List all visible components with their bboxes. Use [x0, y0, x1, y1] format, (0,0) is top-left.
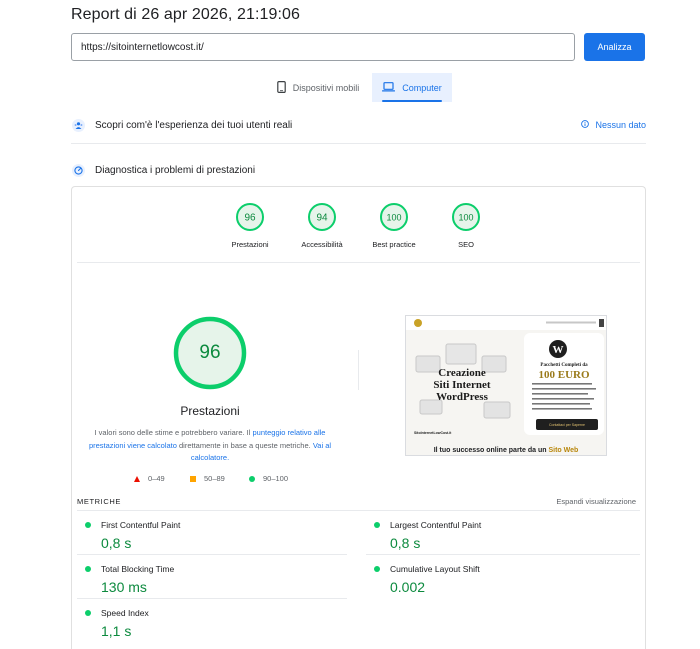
- laptop-icon: [382, 81, 396, 94]
- caption-text: Il tuo successo online parte da un: [433, 447, 549, 454]
- metric-value: 130 ms: [101, 579, 147, 595]
- screenshot-caption: Il tuo successo online parte da un Sito …: [405, 447, 607, 454]
- page-screenshot[interactable]: Creazione Siti Internet WordPress SitoIn…: [405, 315, 607, 456]
- legend-fail: 0–49: [134, 474, 165, 483]
- metric-name: Total Blocking Time: [101, 564, 175, 574]
- screenshot-headline-1: Creazione: [438, 367, 486, 379]
- section-divider: [71, 143, 646, 144]
- metrics-row-divider: [77, 598, 347, 599]
- metrics-row-divider: [77, 554, 347, 555]
- vertical-separator: [358, 350, 359, 390]
- category-score: 100: [386, 213, 401, 223]
- screenshot-image: Creazione Siti Internet WordPress SitoIn…: [406, 316, 606, 455]
- category-gauge-best-practices[interactable]: 100 Best practice: [359, 202, 429, 249]
- metric-value: 1,1 s: [101, 623, 132, 639]
- metrics-header: METRICHE Espandi visualizzazione: [77, 497, 636, 506]
- gauge-ring: 100: [452, 203, 480, 231]
- gauge-ring: 96: [236, 203, 264, 231]
- pass-circle-icon: [85, 522, 91, 528]
- legend-average-label: 50–89: [204, 474, 225, 483]
- screenshot-headline-2: Siti Internet: [433, 379, 490, 391]
- category-label: Best practice: [372, 240, 416, 249]
- legend-pass: 90–100: [249, 474, 288, 483]
- analyze-button[interactable]: Analizza: [584, 33, 645, 61]
- tab-desktop-label: Computer: [402, 82, 442, 93]
- category-gauge-performance[interactable]: 96 Prestazioni: [215, 202, 285, 249]
- gauge-ring: 94: [308, 203, 336, 231]
- tab-desktop[interactable]: Computer: [372, 73, 452, 102]
- disclaimer-text-mid: direttamente in base a queste metriche.: [176, 440, 313, 450]
- metrics-title: METRICHE: [77, 497, 121, 506]
- gauge-ring: 100: [380, 203, 408, 231]
- fail-triangle-icon: [134, 475, 140, 482]
- metrics-divider: [77, 510, 640, 511]
- metric-value: 0,8 s: [390, 535, 421, 551]
- metric-largest-contentful-paint: Largest Contentful Paint 0,8 s: [366, 520, 626, 551]
- no-data-label: Nessun dato: [595, 120, 646, 130]
- performance-score: 96: [199, 342, 221, 363]
- caption-highlight: Sito Web: [548, 447, 579, 454]
- legend-pass-label: 90–100: [263, 474, 289, 483]
- field-data-section[interactable]: Scopri com'è l'esperienza dei tuoi utent…: [71, 110, 646, 140]
- average-square-icon: [190, 475, 196, 482]
- metric-cumulative-layout-shift: Cumulative Layout Shift 0.002: [366, 564, 626, 595]
- pass-circle-icon: [374, 522, 380, 528]
- screenshot-offer-2: 100 EURO: [538, 369, 589, 381]
- screenshot-offer-1: Pacchetti Completi da: [540, 363, 588, 368]
- screenshot-brand: SitoInternetLowCost.it: [414, 431, 452, 435]
- metric-speed-index: Speed Index 1,1 s: [77, 608, 337, 639]
- pass-circle-icon: [85, 610, 91, 616]
- card-divider: [77, 262, 640, 263]
- info-icon: [581, 120, 590, 130]
- metric-first-contentful-paint: First Contentful Paint 0,8 s: [77, 520, 337, 551]
- report-title: Report di 26 apr 2026, 21:19:06: [71, 6, 301, 23]
- metric-value: 0.002: [390, 579, 426, 595]
- category-score: 94: [316, 213, 328, 224]
- metric-name: Largest Contentful Paint: [390, 520, 482, 530]
- pass-circle-icon: [374, 566, 380, 572]
- metric-name: Speed Index: [101, 608, 149, 618]
- smartphone-icon: [276, 80, 286, 95]
- disclaimer-text: I valori sono delle stime e potrebbero v…: [94, 428, 253, 437]
- users-icon: [71, 118, 85, 132]
- expand-view-toggle[interactable]: Espandi visualizzazione: [556, 497, 636, 506]
- category-score: 96: [244, 213, 256, 224]
- url-input[interactable]: [71, 33, 575, 61]
- category-score: 100: [458, 213, 473, 223]
- metrics-row-divider: [366, 554, 640, 555]
- category-label: SEO: [458, 240, 474, 249]
- diagnostics-title: Diagnostica i problemi di prestazioni: [95, 164, 256, 176]
- screenshot-cta: Contattaci per Saperne: [549, 423, 585, 427]
- performance-label: Prestazioni: [180, 404, 240, 418]
- metric-value: 0,8 s: [101, 535, 132, 551]
- performance-disclaimer: I valori sono delle stime e potrebbero v…: [88, 427, 332, 465]
- diagnostics-section[interactable]: Diagnostica i problemi di prestazioni: [71, 155, 646, 185]
- field-data-title: Scopri com'è l'esperienza dei tuoi utent…: [95, 119, 293, 131]
- active-tab-indicator: [382, 100, 442, 102]
- no-data-link[interactable]: Nessun dato: [581, 120, 646, 130]
- metric-name: First Contentful Paint: [101, 520, 181, 530]
- pass-circle-icon: [85, 566, 91, 572]
- category-label: Accessibilità: [301, 240, 343, 249]
- metric-name: Cumulative Layout Shift: [390, 564, 480, 574]
- category-label: Prestazioni: [231, 240, 269, 249]
- screenshot-headline-3: WordPress: [436, 391, 488, 403]
- wordpress-logo-icon: W: [553, 344, 564, 356]
- legend-average: 50–89: [190, 474, 225, 483]
- category-gauge-seo[interactable]: 100 SEO: [431, 202, 501, 249]
- tab-mobile[interactable]: Dispositivi mobili: [268, 73, 368, 102]
- speedometer-icon: [71, 163, 85, 177]
- pass-circle-icon: [249, 475, 255, 482]
- metric-total-blocking-time: Total Blocking Time 130 ms: [77, 564, 337, 595]
- tab-mobile-label: Dispositivi mobili: [292, 82, 360, 93]
- legend-fail-label: 0–49: [148, 474, 165, 483]
- category-gauge-accessibility[interactable]: 94 Accessibilità: [287, 202, 357, 249]
